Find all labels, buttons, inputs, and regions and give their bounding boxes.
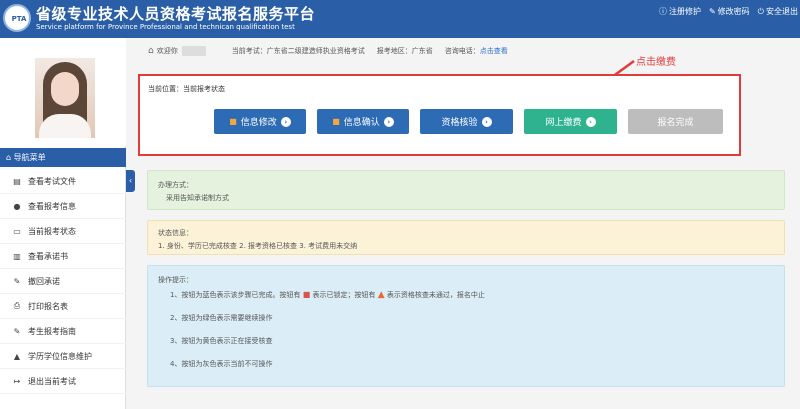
tip1-part-b: 表示已锁定；按钮有 [312, 291, 376, 299]
sidebar-item-current-status[interactable]: ▭ 当前报考状态 [0, 219, 126, 244]
chevron-right-icon: › [280, 116, 291, 127]
sidebar-item-guide[interactable]: ✎ 考生报考指南 [0, 319, 126, 344]
platform-title: 省级专业技术人员资格考试报名服务平台 [36, 5, 316, 23]
chevron-right-icon: › [383, 116, 394, 127]
power-icon: ⏻ [757, 6, 764, 16]
chevron-left-icon: ‹ [128, 176, 133, 185]
sidebar-item-label: 查看报考信息 [28, 201, 76, 211]
phone-view-link[interactable]: 点击查看 [480, 46, 508, 56]
method-value: 采用告知承诺制方式 [166, 194, 229, 202]
info-circle-icon: ● [13, 201, 21, 211]
step-label: 信息确认 [343, 118, 380, 128]
nav-menu-header: ⌂ 导航菜单 [0, 148, 126, 167]
platform-logo: PTA [3, 4, 31, 32]
pen-icon: ✎ [13, 326, 21, 336]
step-complete-button: 报名完成 [628, 109, 723, 134]
sidebar-item-label: 打印报名表 [28, 301, 68, 311]
state-title: 状态信息： [158, 229, 193, 237]
sidebar-item-label: 查看考试文件 [28, 176, 76, 186]
header-links: ⓘ 注册修护 ✎ 修改密码 ⏻ 安全退出 [659, 6, 798, 17]
nav-list: ▤ 查看考试文件 ● 查看报考信息 ▭ 当前报考状态 ▥ 查看承诺书 ✎ 撤回承… [0, 169, 126, 394]
state-value: 1. 身份、学历已完成核查 2. 报考资格已核查 3. 考试费用未交纳 [158, 242, 358, 250]
pen-icon: ✎ [13, 276, 21, 286]
book-icon: ▥ [13, 251, 21, 261]
printer-icon: ⎙ [13, 301, 21, 310]
tip-line-3: 3、按钮为黄色表示正在接受核查 [170, 337, 273, 345]
home-icon: ⌂ [6, 153, 12, 162]
welcome-text: 欢迎你 [156, 47, 178, 55]
step-label: 报名完成 [657, 118, 694, 128]
step-label: 资格核验 [441, 118, 478, 128]
logout-link[interactable]: ⏻ 安全退出 [758, 6, 798, 17]
sidebar-item-commitment[interactable]: ▥ 查看承诺书 [0, 244, 126, 269]
bank-icon: ⌂ [148, 46, 154, 56]
step-buttons: ■ 信息修改 › ■ 信息确认 › 资格核验 › 网上缴费 › 报名完成 [214, 109, 723, 134]
lock-icon: ■ [302, 290, 311, 299]
step-label: 网上缴费 [545, 118, 582, 128]
logout-icon: ↦ [13, 376, 21, 386]
tip1-part-c: 表示资格核查未通过，报名中止 [386, 291, 485, 299]
avatar-face [51, 72, 79, 106]
method-title: 办理方式： [158, 181, 193, 189]
avatar [35, 58, 95, 138]
sidebar-item-label: 学历学位信息维护 [28, 351, 92, 361]
status-panel: 当前位置：当前报考状态 ■ 信息修改 › ■ 信息确认 › 资格核验 › 网上缴… [138, 74, 741, 156]
breadcrumb: 当前位置：当前报考状态 [148, 85, 225, 93]
page-root: PTA 省级专业技术人员资格考试报名服务平台 Service platform … [0, 0, 800, 409]
info-bar: ⌂ 欢迎你 当前考试：广东省二级建造师执业资格考试 报考地区：广东省 咨询电话：… [134, 40, 796, 62]
profile-link[interactable]: ⓘ 注册修护 [659, 6, 701, 17]
tip1-part-a: 1、按钮为蓝色表示该步骤已完成。按钮有 [170, 291, 301, 299]
info-icon: ⓘ [658, 7, 667, 16]
step-qualification-button[interactable]: 资格核验 › [420, 109, 513, 134]
change-password-link[interactable]: ✎ 修改密码 [709, 6, 750, 17]
sidebar-item-withdraw[interactable]: ✎ 撤回承诺 [0, 269, 126, 294]
sidebar-item-label: 撤回承诺 [28, 276, 60, 286]
sidebar-item-label: 查看承诺书 [28, 251, 68, 261]
sidebar-item-label: 当前报考状态 [28, 226, 76, 236]
sidebar-item-print[interactable]: ⎙ 打印报名表 [0, 294, 126, 319]
avatar-body [39, 114, 91, 138]
phone-label: 咨询电话： [444, 47, 480, 55]
exam-region: 报考地区：广东省 [376, 47, 433, 55]
document-icon: ▤ [13, 176, 21, 186]
step-confirm-info-button[interactable]: ■ 信息确认 › [317, 109, 409, 134]
step-edit-info-button[interactable]: ■ 信息修改 › [214, 109, 306, 134]
sidebar-item-exam-files[interactable]: ▤ 查看考试文件 [0, 169, 126, 194]
lock-icon: ■ [332, 117, 340, 126]
sidebar-item-label: 考生报考指南 [28, 326, 76, 336]
top-header: PTA 省级专业技术人员资格考试报名服务平台 Service platform … [0, 0, 800, 38]
step-online-payment-button[interactable]: 网上缴费 › [524, 109, 617, 134]
chevron-right-icon: › [585, 116, 596, 127]
tip-line-4: 4、按钮为灰色表示当前不可操作 [170, 360, 273, 368]
sidebar-collapse-toggle[interactable]: ‹ [126, 170, 135, 192]
method-box: 办理方式： 采用告知承诺制方式 [147, 170, 785, 210]
chevron-right-icon: › [481, 116, 492, 127]
profile-link-label: 注册修护 [668, 7, 701, 16]
change-password-label: 修改密码 [717, 7, 750, 16]
current-exam: 当前考试：广东省二级建造师执业资格考试 [231, 47, 365, 55]
graduation-cap-icon: ▲ [13, 351, 21, 361]
tips-title: 操作提示： [158, 276, 193, 284]
tip-line-2: 2、按钮为绿色表示需要继续操作 [170, 314, 273, 322]
lock-icon: ■ [229, 117, 237, 126]
user-name-redacted [181, 46, 206, 56]
sidebar: ⌂ 导航菜单 ▤ 查看考试文件 ● 查看报考信息 ▭ 当前报考状态 ▥ 查看承诺… [0, 38, 126, 409]
state-box: 状态信息： 1. 身份、学历已完成核查 2. 报考资格已核查 3. 考试费用未交… [147, 220, 785, 255]
sidebar-item-degree[interactable]: ▲ 学历学位信息维护 [0, 344, 126, 369]
sidebar-item-label: 退出当前考试 [28, 376, 76, 386]
nav-menu-title: 导航菜单 [13, 153, 46, 162]
step-label: 信息修改 [240, 118, 277, 128]
platform-subtitle: Service platform for Province Profession… [36, 23, 295, 31]
sidebar-item-exit-exam[interactable]: ↦ 退出当前考试 [0, 369, 126, 394]
warning-icon: ▲ [377, 290, 385, 300]
tip-line-1: 1、按钮为蓝色表示该步骤已完成。按钮有 ■ 表示已锁定；按钮有 ▲ 表示资格核查… [170, 290, 485, 300]
monitor-icon: ▭ [13, 226, 21, 236]
sidebar-item-registration-info[interactable]: ● 查看报考信息 [0, 194, 126, 219]
logout-label: 安全退出 [766, 7, 798, 16]
annotation-label: 点击缴费 [636, 57, 676, 68]
logo-text: PTA [11, 15, 27, 23]
avatar-box [0, 38, 126, 146]
tips-box: 操作提示： 1、按钮为蓝色表示该步骤已完成。按钮有 ■ 表示已锁定；按钮有 ▲ … [147, 265, 785, 387]
edit-icon: ✎ [708, 7, 716, 16]
